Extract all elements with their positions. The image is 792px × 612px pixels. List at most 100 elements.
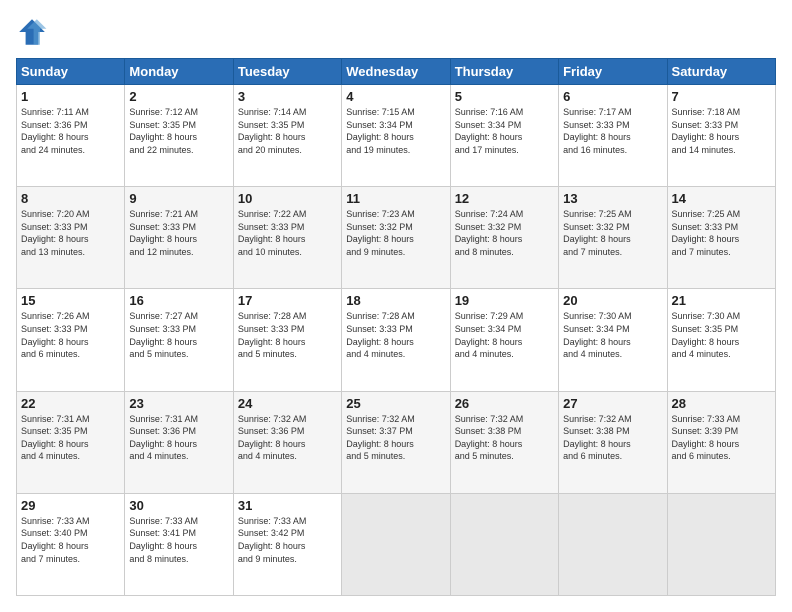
day-number: 15 [21,293,120,308]
calendar-table: SundayMondayTuesdayWednesdayThursdayFrid… [16,58,776,596]
cell-info: Sunrise: 7:16 AMSunset: 3:34 PMDaylight:… [455,107,524,155]
calendar-cell: 1 Sunrise: 7:11 AMSunset: 3:36 PMDayligh… [17,85,125,187]
calendar-cell: 29 Sunrise: 7:33 AMSunset: 3:40 PMDaylig… [17,493,125,595]
cell-info: Sunrise: 7:27 AMSunset: 3:33 PMDaylight:… [129,311,198,359]
cell-info: Sunrise: 7:32 AMSunset: 3:38 PMDaylight:… [455,414,524,462]
weekday-header-sunday: Sunday [17,59,125,85]
day-number: 28 [672,396,771,411]
day-number: 26 [455,396,554,411]
cell-info: Sunrise: 7:15 AMSunset: 3:34 PMDaylight:… [346,107,415,155]
cell-info: Sunrise: 7:28 AMSunset: 3:33 PMDaylight:… [238,311,307,359]
calendar-cell: 4 Sunrise: 7:15 AMSunset: 3:34 PMDayligh… [342,85,450,187]
cell-info: Sunrise: 7:33 AMSunset: 3:40 PMDaylight:… [21,516,90,564]
calendar-cell: 22 Sunrise: 7:31 AMSunset: 3:35 PMDaylig… [17,391,125,493]
day-number: 8 [21,191,120,206]
day-number: 17 [238,293,337,308]
calendar-cell: 24 Sunrise: 7:32 AMSunset: 3:36 PMDaylig… [233,391,341,493]
weekday-header-friday: Friday [559,59,667,85]
calendar-cell: 10 Sunrise: 7:22 AMSunset: 3:33 PMDaylig… [233,187,341,289]
day-number: 4 [346,89,445,104]
cell-info: Sunrise: 7:32 AMSunset: 3:36 PMDaylight:… [238,414,307,462]
calendar-cell: 15 Sunrise: 7:26 AMSunset: 3:33 PMDaylig… [17,289,125,391]
cell-info: Sunrise: 7:14 AMSunset: 3:35 PMDaylight:… [238,107,307,155]
calendar-cell: 8 Sunrise: 7:20 AMSunset: 3:33 PMDayligh… [17,187,125,289]
day-number: 27 [563,396,662,411]
day-number: 2 [129,89,228,104]
cell-info: Sunrise: 7:12 AMSunset: 3:35 PMDaylight:… [129,107,198,155]
day-number: 16 [129,293,228,308]
weekday-header-monday: Monday [125,59,233,85]
calendar-cell: 17 Sunrise: 7:28 AMSunset: 3:33 PMDaylig… [233,289,341,391]
calendar-cell: 28 Sunrise: 7:33 AMSunset: 3:39 PMDaylig… [667,391,775,493]
calendar-cell: 13 Sunrise: 7:25 AMSunset: 3:32 PMDaylig… [559,187,667,289]
calendar-cell: 7 Sunrise: 7:18 AMSunset: 3:33 PMDayligh… [667,85,775,187]
cell-info: Sunrise: 7:31 AMSunset: 3:35 PMDaylight:… [21,414,90,462]
day-number: 25 [346,396,445,411]
calendar-cell: 23 Sunrise: 7:31 AMSunset: 3:36 PMDaylig… [125,391,233,493]
day-number: 29 [21,498,120,513]
weekday-header-wednesday: Wednesday [342,59,450,85]
cell-info: Sunrise: 7:26 AMSunset: 3:33 PMDaylight:… [21,311,90,359]
cell-info: Sunrise: 7:30 AMSunset: 3:35 PMDaylight:… [672,311,741,359]
day-number: 13 [563,191,662,206]
calendar-week-5: 29 Sunrise: 7:33 AMSunset: 3:40 PMDaylig… [17,493,776,595]
day-number: 3 [238,89,337,104]
calendar-cell: 26 Sunrise: 7:32 AMSunset: 3:38 PMDaylig… [450,391,558,493]
calendar-cell: 27 Sunrise: 7:32 AMSunset: 3:38 PMDaylig… [559,391,667,493]
cell-info: Sunrise: 7:25 AMSunset: 3:33 PMDaylight:… [672,209,741,257]
calendar-cell [450,493,558,595]
calendar-cell: 5 Sunrise: 7:16 AMSunset: 3:34 PMDayligh… [450,85,558,187]
day-number: 14 [672,191,771,206]
page: SundayMondayTuesdayWednesdayThursdayFrid… [0,0,792,612]
cell-info: Sunrise: 7:24 AMSunset: 3:32 PMDaylight:… [455,209,524,257]
day-number: 11 [346,191,445,206]
day-number: 22 [21,396,120,411]
day-number: 21 [672,293,771,308]
calendar-week-3: 15 Sunrise: 7:26 AMSunset: 3:33 PMDaylig… [17,289,776,391]
weekday-header-saturday: Saturday [667,59,775,85]
cell-info: Sunrise: 7:32 AMSunset: 3:37 PMDaylight:… [346,414,415,462]
calendar-cell: 9 Sunrise: 7:21 AMSunset: 3:33 PMDayligh… [125,187,233,289]
cell-info: Sunrise: 7:33 AMSunset: 3:41 PMDaylight:… [129,516,198,564]
calendar-cell [559,493,667,595]
cell-info: Sunrise: 7:20 AMSunset: 3:33 PMDaylight:… [21,209,90,257]
day-number: 1 [21,89,120,104]
calendar-cell: 20 Sunrise: 7:30 AMSunset: 3:34 PMDaylig… [559,289,667,391]
header [16,16,776,48]
weekday-header-thursday: Thursday [450,59,558,85]
logo-icon [16,16,48,48]
day-number: 6 [563,89,662,104]
cell-info: Sunrise: 7:31 AMSunset: 3:36 PMDaylight:… [129,414,198,462]
calendar-cell: 2 Sunrise: 7:12 AMSunset: 3:35 PMDayligh… [125,85,233,187]
day-number: 7 [672,89,771,104]
calendar-cell: 14 Sunrise: 7:25 AMSunset: 3:33 PMDaylig… [667,187,775,289]
calendar-cell: 12 Sunrise: 7:24 AMSunset: 3:32 PMDaylig… [450,187,558,289]
day-number: 24 [238,396,337,411]
calendar-week-2: 8 Sunrise: 7:20 AMSunset: 3:33 PMDayligh… [17,187,776,289]
cell-info: Sunrise: 7:28 AMSunset: 3:33 PMDaylight:… [346,311,415,359]
cell-info: Sunrise: 7:33 AMSunset: 3:42 PMDaylight:… [238,516,307,564]
cell-info: Sunrise: 7:23 AMSunset: 3:32 PMDaylight:… [346,209,415,257]
calendar-cell: 16 Sunrise: 7:27 AMSunset: 3:33 PMDaylig… [125,289,233,391]
cell-info: Sunrise: 7:21 AMSunset: 3:33 PMDaylight:… [129,209,198,257]
cell-info: Sunrise: 7:33 AMSunset: 3:39 PMDaylight:… [672,414,741,462]
calendar-cell [342,493,450,595]
calendar-cell: 25 Sunrise: 7:32 AMSunset: 3:37 PMDaylig… [342,391,450,493]
logo [16,16,52,48]
calendar-week-4: 22 Sunrise: 7:31 AMSunset: 3:35 PMDaylig… [17,391,776,493]
weekday-header-tuesday: Tuesday [233,59,341,85]
day-number: 5 [455,89,554,104]
day-number: 20 [563,293,662,308]
calendar-cell: 18 Sunrise: 7:28 AMSunset: 3:33 PMDaylig… [342,289,450,391]
cell-info: Sunrise: 7:32 AMSunset: 3:38 PMDaylight:… [563,414,632,462]
day-number: 10 [238,191,337,206]
cell-info: Sunrise: 7:22 AMSunset: 3:33 PMDaylight:… [238,209,307,257]
weekday-header-row: SundayMondayTuesdayWednesdayThursdayFrid… [17,59,776,85]
calendar-cell [667,493,775,595]
calendar-cell: 19 Sunrise: 7:29 AMSunset: 3:34 PMDaylig… [450,289,558,391]
cell-info: Sunrise: 7:25 AMSunset: 3:32 PMDaylight:… [563,209,632,257]
cell-info: Sunrise: 7:18 AMSunset: 3:33 PMDaylight:… [672,107,741,155]
day-number: 12 [455,191,554,206]
day-number: 30 [129,498,228,513]
calendar-cell: 21 Sunrise: 7:30 AMSunset: 3:35 PMDaylig… [667,289,775,391]
